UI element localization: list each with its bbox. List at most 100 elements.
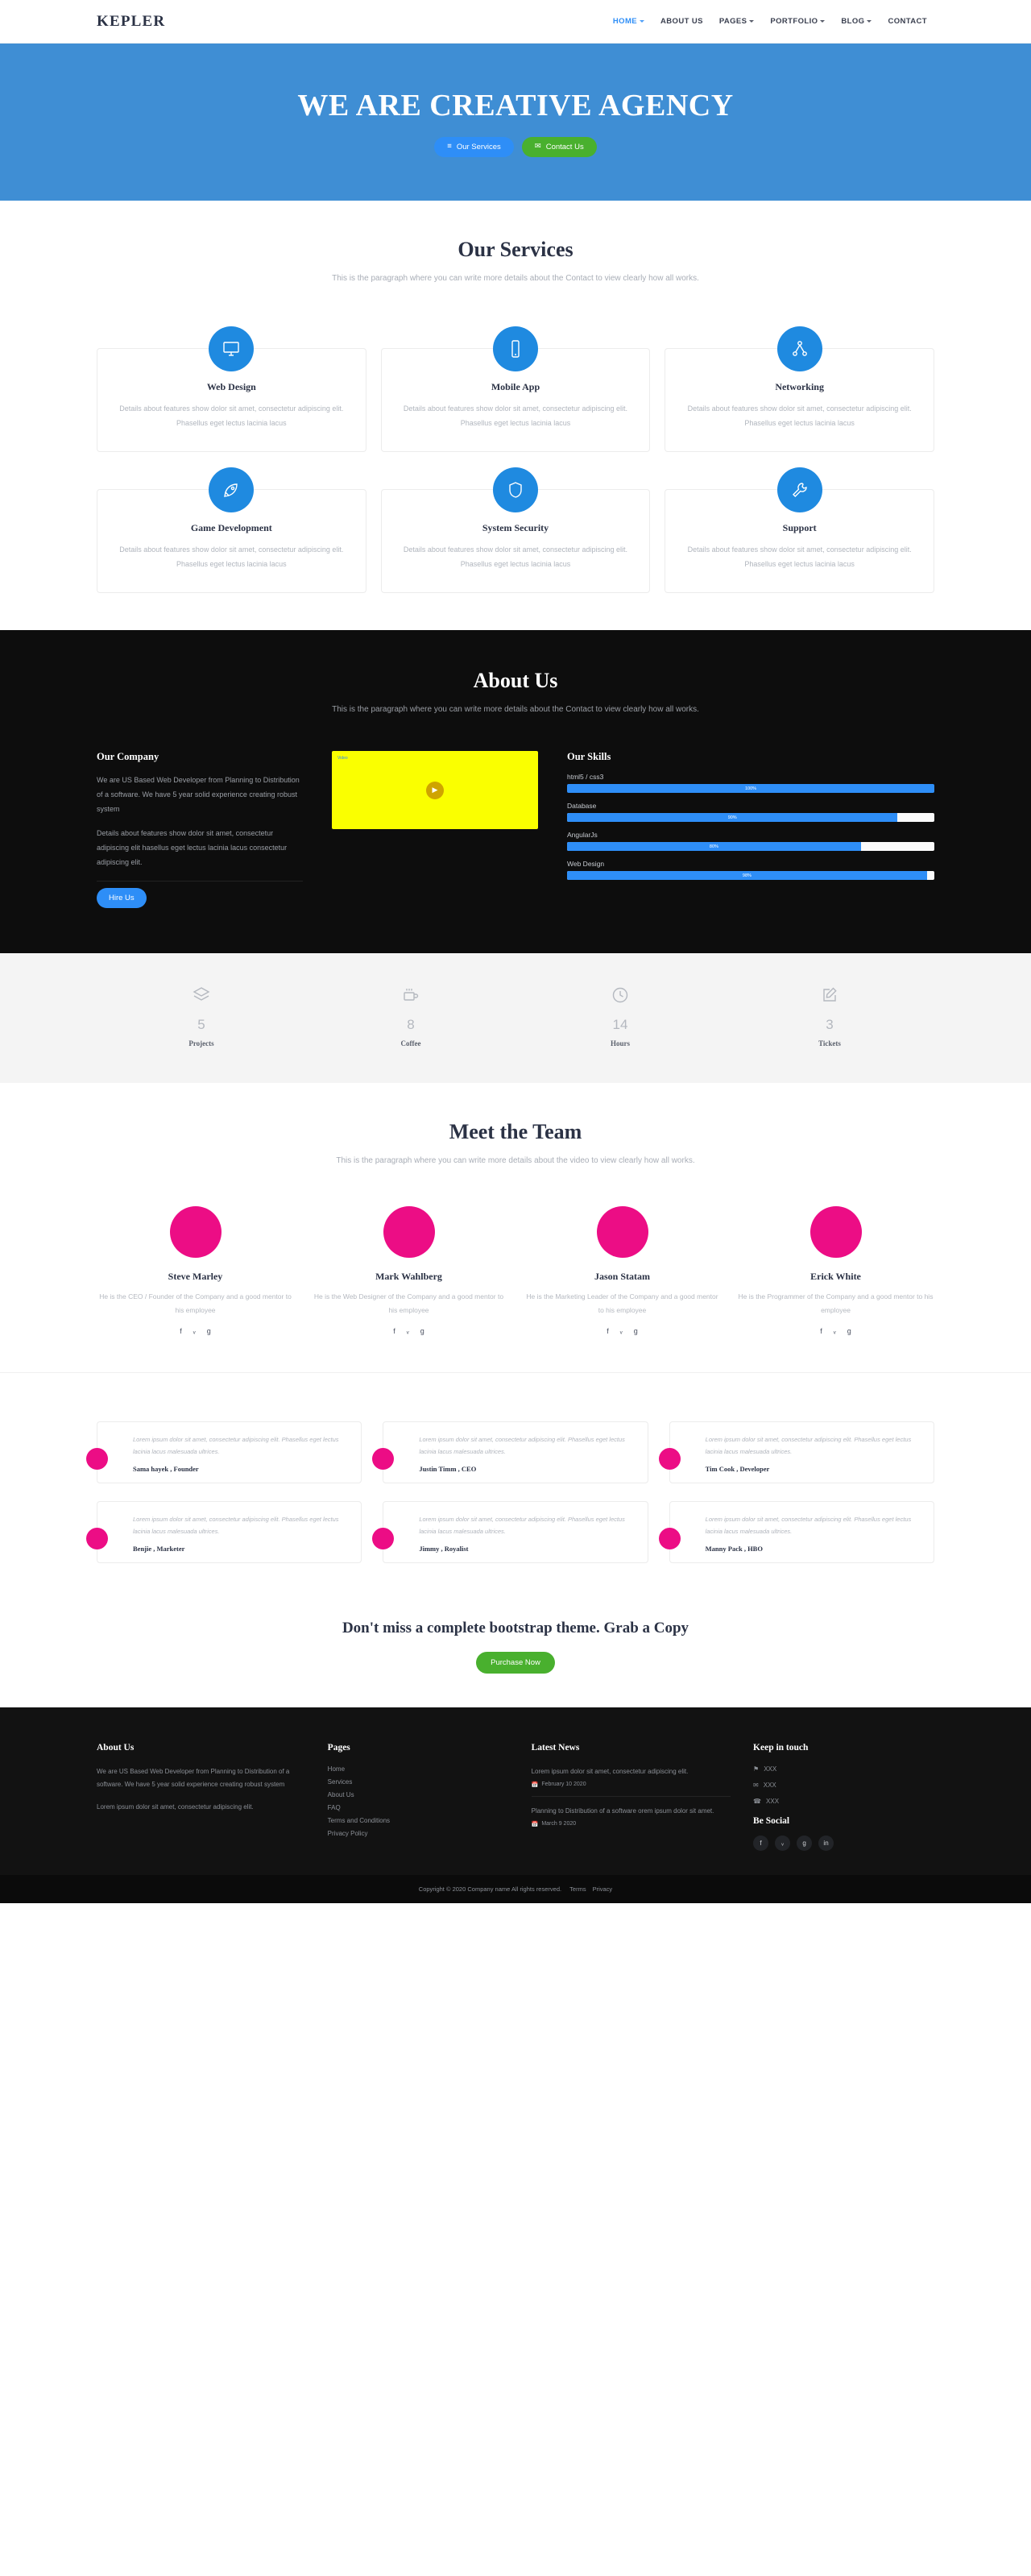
counter-label: Hours [610,1039,630,1047]
testimonial-avatar [86,1527,108,1549]
nav-item-home[interactable]: HOME [606,13,652,30]
services-title: Our Services [458,238,573,261]
twitter-icon[interactable]: ᵥ [620,1327,623,1335]
nav-item-pages[interactable]: PAGES [712,13,762,30]
footer-page-link[interactable]: Services [328,1778,509,1786]
testimonial-author: Justin Timm , CEO [419,1464,477,1473]
skill-label: Database [567,802,597,810]
copyright-links: Terms Privacy [563,1885,612,1893]
service-card[interactable]: Networking Details about features show do… [665,326,934,452]
testimonial-avatar [372,1527,395,1549]
skill-progress-track: 98% [567,871,934,880]
footer-news-title: Latest News [531,1742,580,1753]
hire-us-button[interactable]: Hire Us [97,888,147,908]
google-plus-icon[interactable]: g [847,1327,851,1335]
counter-number: 5 [197,1017,205,1032]
testimonial-card: Lorem ipsum dolor sit amet, consectetur … [372,1421,648,1483]
services-grid: Web Design Details about features show do… [97,326,934,593]
service-card[interactable]: System Security Details about features sh… [380,467,651,593]
facebook-icon[interactable]: f [180,1327,182,1335]
member-name: Steve Marley [168,1270,223,1282]
twitter-icon[interactable]: ᵥ [775,1835,791,1851]
purchase-now-button[interactable]: Purchase Now [476,1651,555,1674]
hero-banner: WE ARE CREATIVE AGENCY ≡ Our Services ✉ … [0,44,1031,201]
nav-links: HOME ABOUT US PAGES PORTFOLIO BLOG CONTACT [606,13,934,30]
testimonial-author: Benjie , Marketer [133,1544,185,1553]
video-placeholder[interactable]: Video ▶ [332,751,538,829]
footer-page-link[interactable]: FAQ [328,1804,509,1811]
contact-value: XXX [766,1797,780,1805]
facebook-icon[interactable]: f [393,1327,395,1335]
twitter-icon[interactable]: ᵥ [193,1327,196,1335]
chevron-down-icon [867,20,872,23]
twitter-icon[interactable]: ᵥ [407,1327,409,1335]
footer-page-link[interactable]: About Us [328,1791,509,1798]
footer-page-link[interactable]: Terms and Conditions [328,1817,509,1824]
about-title: About Us [473,668,558,692]
copyright-link[interactable]: Privacy [593,1885,613,1893]
testimonial-card: Lorem ipsum dolor sit amet, consectetur … [86,1500,362,1563]
testimonial-text: Lorem ipsum dolor sit amet, consectetur … [419,1515,625,1535]
counter-item: 8 Coffee [306,985,516,1047]
testimonial-avatar [658,1447,681,1470]
service-card[interactable]: Support Details about features show dolor… [665,467,934,593]
nav-item-contact[interactable]: CONTACT [880,13,934,30]
skill-progress-fill: 80% [567,842,861,851]
calendar-icon: 📅 [531,1782,539,1788]
skill-value: 98% [742,873,752,878]
mobile-icon [492,326,538,371]
news-item[interactable]: Planning to Distribution of a software o… [532,1805,731,1836]
nav-item-portfolio[interactable]: PORTFOLIO [763,13,832,30]
footer-contact-title: Keep in touch [753,1742,809,1753]
nav-item-about-us[interactable]: ABOUT US [653,13,710,30]
skill-progress-fill: 90% [567,813,898,822]
google-plus-icon[interactable]: g [797,1835,813,1851]
linkedin-icon[interactable]: in [818,1835,834,1851]
news-date-row: 📅 February 10 2020 [532,1782,731,1788]
contact-us-button[interactable]: ✉ Contact Us [521,136,597,157]
play-icon[interactable]: ▶ [426,781,444,799]
our-services-button[interactable]: ≡ Our Services [434,136,514,157]
copyright-link[interactable]: Terms [569,1885,586,1893]
footer-page-link[interactable]: Privacy Policy [328,1830,509,1837]
google-plus-icon[interactable]: g [207,1327,211,1335]
testimonial-avatar [372,1447,395,1470]
company-heading: Our Company [97,751,159,762]
counter-item: 3 Tickets [725,985,934,1047]
service-card[interactable]: Mobile App Details about features show do… [380,326,651,452]
testimonial-text: Lorem ipsum dolor sit amet, consectetur … [133,1435,339,1455]
contact-row: ✉ XXX [753,1782,934,1789]
team-grid: Steve Marley He is the CEO / Founder of t… [97,1205,934,1335]
skill-row: Web Design 98% [567,860,934,880]
contact-us-label: Contact Us [545,142,584,151]
twitter-icon[interactable]: ᵥ [834,1327,836,1335]
our-services-label: Our Services [456,142,501,151]
top-navbar: KEPLER HOME ABOUT US PAGES PORTFOLIO BLOG CON… [0,0,1031,44]
news-item[interactable]: Lorem ipsum dolor sit amet, consectetur … [531,1765,731,1797]
brand-logo[interactable]: KEPLER [97,13,165,31]
shield-icon [492,467,538,512]
facebook-icon[interactable]: f [607,1327,609,1335]
footer-news-list: Lorem ipsum dolor sit amet, consectetur … [531,1765,731,1836]
google-plus-icon[interactable]: g [634,1327,638,1335]
nav-item-label: ABOUT US [660,17,703,26]
team-member: Jason Statam He is the Marketing Leader o… [524,1205,721,1335]
counter-number: 14 [612,1017,628,1032]
envelope-icon: ✉ [753,1781,759,1789]
copyright-text: Copyright © 2020 Company name All rights… [418,1885,562,1893]
testimonials-grid: Lorem ipsum dolor sit amet, consectetur … [86,1421,934,1563]
service-card[interactable]: Web Design Details about features show do… [97,326,366,452]
google-plus-icon[interactable]: g [420,1327,424,1335]
facebook-icon[interactable]: f [753,1835,769,1851]
testimonial-card: Lorem ipsum dolor sit amet, consectetur … [658,1500,934,1563]
hero-buttons: ≡ Our Services ✉ Contact Us [434,136,597,157]
service-card[interactable]: Game Development Details about features s… [97,467,366,593]
skill-value: 80% [709,844,718,849]
testimonial-author: Sama hayek , Founder [133,1464,199,1473]
nav-item-blog[interactable]: BLOG [834,13,879,30]
member-role: He is the Programmer of the Company and … [738,1292,934,1314]
layers-icon [97,985,306,1007]
footer-page-link[interactable]: Home [328,1765,509,1773]
footer-pages-title: Pages [327,1742,350,1753]
facebook-icon[interactable]: f [820,1327,822,1335]
